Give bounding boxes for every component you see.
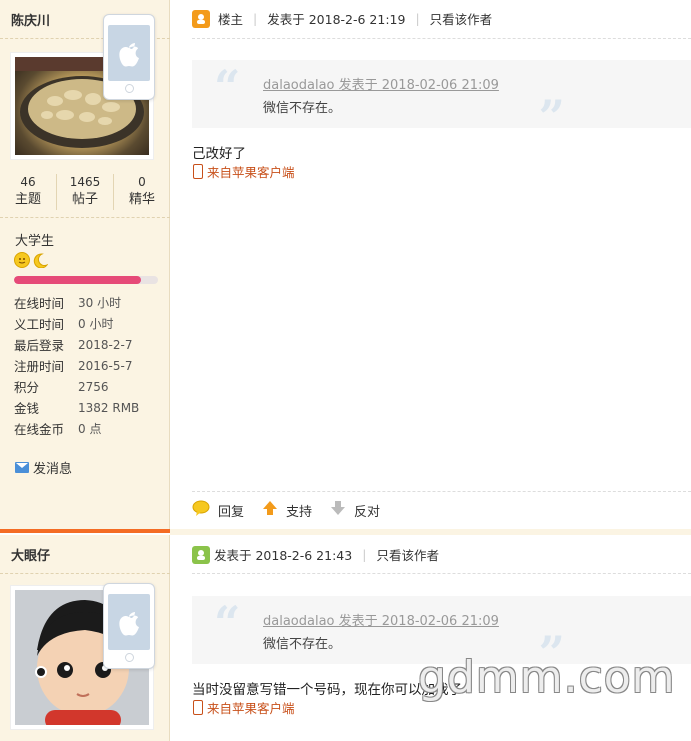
oppose-button[interactable]: 反对 [330, 500, 380, 520]
site-watermark: gdmm.com [418, 652, 676, 703]
divider [192, 38, 691, 39]
post-time: 发表于 2018-2-6 21:43 [214, 548, 353, 563]
apple-device-badge [103, 14, 155, 100]
phone-icon [193, 700, 203, 715]
user-stats: 46 主题 1465 帖子 0 精华 [0, 174, 170, 210]
apple-icon [119, 43, 139, 67]
quote-text: 微信不存在。 [263, 637, 342, 652]
phone-icon [193, 164, 203, 179]
reply-button[interactable]: 回复 [192, 500, 244, 520]
quote-author-link[interactable]: dalaodalao 发表于 2018-02-06 21:09 [263, 74, 499, 93]
user-info-list: 在线时间 30 小时 义工时间 0 小时 最后登录 2018-2-7 注册时间 … [14, 292, 139, 439]
forum-thread: 陈庆川 46 主题 1465 帖子 0 精华 大学生 在线时间 30 小时 义工… [0, 0, 691, 741]
info-value: 1382 RMB [78, 400, 140, 415]
stat-posts[interactable]: 1465 帖子 [57, 174, 114, 210]
from-client-label: 来自苹果客户端 [207, 165, 295, 180]
stat-label: 精华 [128, 192, 155, 207]
info-label: 最后登录 [14, 338, 65, 353]
only-author-link[interactable]: 只看该作者 [376, 545, 439, 564]
quote-close-icon: ” [538, 90, 565, 144]
post1-author-panel: 陈庆川 46 主题 1465 帖子 0 精华 大学生 在线时间 30 小时 义工… [0, 0, 170, 531]
quote-open-icon: “ [214, 60, 241, 114]
reply-icon [192, 500, 210, 520]
stat-value: 0 [138, 175, 146, 189]
apple-icon [119, 612, 139, 636]
info-value: 0 小时 [78, 317, 114, 331]
info-label: 在线金币 [14, 422, 65, 437]
info-row-online-time: 在线时间 30 小时 [14, 292, 139, 313]
info-row-coins: 在线金币 0 点 [14, 418, 139, 439]
envelope-icon [15, 462, 29, 473]
level-progress-fill [14, 276, 141, 284]
rank-icons [14, 252, 48, 268]
divider [0, 573, 170, 574]
post-divider-band [170, 529, 691, 535]
floor-owner-icon [192, 9, 210, 28]
info-value: 2018-2-7 [78, 337, 133, 352]
user-rank[interactable]: 大学生 [15, 230, 54, 249]
moon-icon [32, 252, 48, 268]
stat-digest[interactable]: 0 精华 [114, 174, 170, 210]
apple-device-badge [103, 583, 155, 669]
post-time: 发表于 2018-2-6 21:19 [267, 12, 406, 27]
support-button[interactable]: 支持 [262, 500, 312, 520]
author-name[interactable]: 陈庆川 [11, 10, 50, 29]
post-actions: 回复 支持 反对 [192, 500, 398, 520]
quote-text: 微信不存在。 [263, 101, 342, 116]
separator: | [253, 11, 258, 26]
quote-block: “ dalaodalao 发表于 2018-02-06 21:09 微信不存在。… [192, 60, 691, 140]
author-name[interactable]: 大眼仔 [11, 545, 50, 564]
info-label: 金钱 [14, 401, 40, 416]
info-row-register-date: 注册时间 2016-5-7 [14, 355, 139, 376]
oppose-label: 反对 [354, 504, 381, 520]
info-label: 义工时间 [14, 317, 65, 332]
support-label: 支持 [286, 504, 313, 520]
reply-label: 回复 [218, 504, 245, 520]
divider [0, 217, 170, 218]
quote-author-link[interactable]: dalaodalao 发表于 2018-02-06 21:09 [263, 610, 499, 629]
from-client-label: 来自苹果客户端 [207, 701, 295, 716]
info-label: 在线时间 [14, 296, 65, 311]
stat-value: 1465 [69, 175, 101, 189]
from-client-link[interactable]: 来自苹果客户端 [193, 698, 295, 717]
arrow-up-icon [262, 500, 278, 520]
sun-icon [14, 252, 30, 268]
info-row-last-login: 最后登录 2018-2-7 [14, 334, 139, 355]
separator: | [415, 11, 420, 26]
info-value: 30 小时 [78, 296, 122, 310]
post-divider [0, 529, 170, 533]
info-row-points: 积分 2756 [14, 376, 139, 397]
divider [192, 573, 691, 574]
info-label: 积分 [14, 380, 40, 395]
post-body: 己改好了 [192, 146, 246, 162]
post1-header: 楼主 | 发表于 2018-2-6 21:19 | 只看该作者 [192, 9, 492, 28]
post2-author-panel: 大眼仔 [0, 535, 170, 741]
divider [192, 491, 691, 492]
arrow-down-icon [330, 500, 346, 520]
info-row-money: 金钱 1382 RMB [14, 397, 139, 418]
info-label: 注册时间 [14, 359, 65, 374]
info-value: 2756 [78, 379, 109, 394]
info-row-volunteer-time: 义工时间 0 小时 [14, 313, 139, 334]
quote-open-icon: “ [214, 596, 241, 650]
stat-label: 主题 [14, 192, 41, 207]
post2-header: 发表于 2018-2-6 21:43 | 只看该作者 [192, 545, 439, 564]
stat-label: 帖子 [71, 192, 98, 207]
stat-value: 46 [20, 175, 36, 189]
only-author-link[interactable]: 只看该作者 [430, 9, 493, 28]
info-value: 2016-5-7 [78, 358, 133, 373]
stat-topics[interactable]: 46 主题 [0, 174, 57, 210]
send-message-label: 发消息 [33, 462, 73, 477]
send-message-link[interactable]: 发消息 [15, 458, 72, 477]
level-progress-bar [14, 276, 158, 284]
floor-label: 楼主 [218, 12, 244, 27]
info-value: 0 点 [78, 422, 102, 436]
separator: | [362, 547, 367, 562]
from-client-link[interactable]: 来自苹果客户端 [193, 162, 295, 181]
user-icon [192, 545, 210, 564]
